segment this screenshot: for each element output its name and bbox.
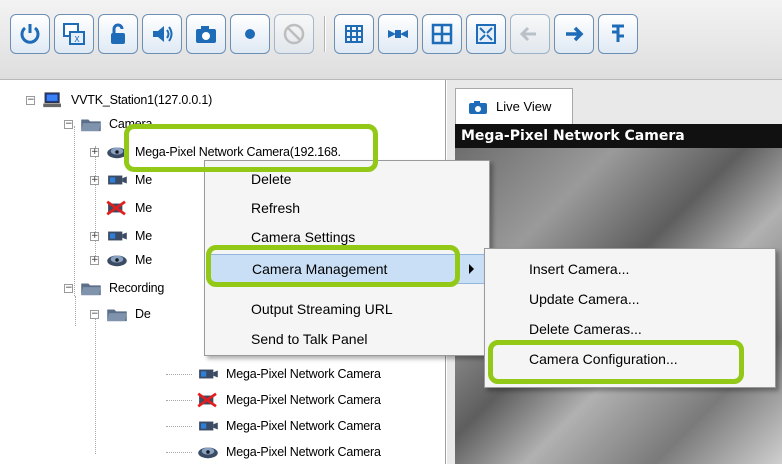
tree-node-selected-camera[interactable]: + Mega-Pixel Network Camera(192.168. (90, 142, 341, 162)
box-camera-icon (108, 175, 127, 185)
menu-item-label: Camera Configuration... (529, 351, 678, 367)
tab-live-view[interactable]: Live View (455, 88, 573, 124)
menu-item-send-to-talk-panel[interactable]: Send to Talk Panel (205, 325, 489, 353)
svg-text:X: X (74, 35, 80, 44)
recording-group-label: Recording (109, 281, 165, 295)
menu-item-label: Camera Settings (251, 229, 356, 245)
tree-node-recording-camera[interactable]: Mega-Pixel Network Camera (196, 364, 381, 384)
disconnected-camera-icon (106, 200, 126, 216)
context-menu: Delete Refresh Camera Settings Camera Ma… (204, 160, 490, 356)
folder-icon (107, 309, 127, 322)
exit-icon[interactable] (598, 14, 638, 54)
camera-label: Me (135, 173, 152, 187)
menu-item-label: Delete (251, 171, 292, 187)
disabled-icon (274, 14, 314, 54)
switch-window-icon[interactable]: X (54, 14, 94, 54)
fullscreen-icon[interactable] (466, 14, 506, 54)
menu-item-label: Delete Cameras... (529, 321, 642, 337)
collapse-icon[interactable]: − (90, 309, 99, 319)
split-view-icon[interactable] (422, 14, 462, 54)
toolbar: X (0, 0, 782, 80)
menu-item-insert-camera[interactable]: Insert Camera... (485, 255, 775, 283)
selected-camera-label: Mega-Pixel Network Camera(192.168. (135, 145, 341, 159)
grid-layout-icon[interactable] (334, 14, 374, 54)
forward-arrow-icon[interactable] (554, 14, 594, 54)
tree-node-recording-camera[interactable]: Mega-Pixel Network Camera (196, 442, 381, 462)
box-camera-icon (199, 369, 218, 379)
menu-item-label: Insert Camera... (529, 261, 630, 277)
dome-camera-icon (107, 255, 127, 267)
recording-camera-label: Mega-Pixel Network Camera (226, 393, 381, 407)
record-icon[interactable] (230, 14, 270, 54)
recording-camera-label: Mega-Pixel Network Camera (226, 419, 381, 433)
menu-item-label: Update Camera... (529, 291, 640, 307)
tree-node-recording-camera[interactable]: Mega-Pixel Network Camera (196, 416, 381, 436)
dome-camera-icon (198, 447, 218, 459)
menu-item-label: Send to Talk Panel (251, 331, 368, 347)
recording-camera-label: Mega-Pixel Network Camera (226, 367, 381, 381)
device-group-label: De (135, 307, 151, 321)
lock-icon[interactable] (98, 14, 138, 54)
camera-label: Me (135, 229, 152, 243)
menu-item-camera-settings[interactable]: Camera Settings (205, 223, 489, 251)
menu-item-camera-management[interactable]: Camera Management (209, 254, 485, 284)
expand-icon[interactable]: + (90, 231, 99, 241)
tree-node-device-group[interactable]: − De (90, 304, 151, 324)
video-title: Mega-Pixel Network Camera (461, 128, 685, 144)
submenu-arrow-icon (469, 264, 474, 274)
tree-node-station[interactable]: − VVTK_Station1(127.0.0.1) (26, 90, 212, 110)
dome-camera-icon (107, 147, 127, 159)
tree-node-camera[interactable]: + Me (90, 170, 152, 190)
computer-icon (43, 92, 61, 108)
tree-node-recording-camera[interactable]: Mega-Pixel Network Camera (196, 390, 381, 410)
ptz-icon[interactable] (378, 14, 418, 54)
expand-icon[interactable]: + (90, 175, 99, 185)
tree-node-camera-group[interactable]: − Camera (64, 114, 152, 134)
collapse-icon[interactable]: − (26, 95, 35, 105)
collapse-icon[interactable]: − (64, 283, 73, 293)
tree-node-camera[interactable]: + Me (90, 250, 152, 270)
menu-item-output-streaming-url[interactable]: Output Streaming URL (205, 295, 489, 323)
power-icon[interactable] (10, 14, 50, 54)
menu-item-label: Refresh (251, 200, 301, 216)
tree-node-recording-group[interactable]: − Recording (64, 278, 164, 298)
station-label: VVTK_Station1(127.0.0.1) (71, 93, 213, 107)
disconnected-camera-icon (197, 392, 217, 408)
menu-item-refresh[interactable]: Refresh (205, 194, 489, 222)
submenu: Insert Camera... Update Camera... Delete… (484, 248, 776, 388)
folder-icon (81, 119, 101, 132)
camera-snapshot-icon[interactable] (186, 14, 226, 54)
menu-item-delete[interactable]: Delete (205, 165, 489, 193)
expand-icon[interactable]: + (90, 255, 99, 265)
menu-item-update-camera[interactable]: Update Camera... (485, 285, 775, 313)
collapse-icon[interactable]: − (64, 119, 73, 129)
box-camera-icon (199, 421, 218, 431)
menu-item-label: Camera Management (252, 261, 388, 277)
menu-item-delete-cameras[interactable]: Delete Cameras... (485, 315, 775, 343)
camera-tab-icon (469, 100, 487, 114)
camera-label: Me (135, 253, 152, 267)
tree-node-camera[interactable]: Me (105, 198, 152, 218)
speaker-icon[interactable] (142, 14, 182, 54)
tree-node-camera[interactable]: + Me (90, 226, 152, 246)
tab-label: Live View (496, 99, 552, 114)
camera-group-label: Camera (109, 117, 153, 131)
menu-item-camera-configuration[interactable]: Camera Configuration... (485, 345, 775, 373)
recording-camera-label: Mega-Pixel Network Camera (226, 445, 381, 459)
back-arrow-icon[interactable] (510, 14, 550, 54)
camera-label: Me (135, 201, 152, 215)
menu-item-label: Output Streaming URL (251, 301, 393, 317)
folder-icon (81, 283, 101, 296)
expand-icon[interactable]: + (90, 147, 99, 157)
box-camera-icon (108, 231, 127, 241)
